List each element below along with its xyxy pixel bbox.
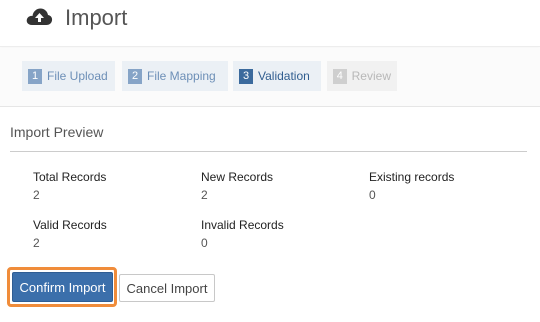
valid-records-value: 2 <box>33 236 40 250</box>
step-file-upload[interactable]: 1 File Upload <box>22 61 115 91</box>
step-file-mapping[interactable]: 2 File Mapping <box>122 61 228 91</box>
step-label: Review <box>351 69 391 83</box>
import-preview-title: Import Preview <box>10 124 104 140</box>
valid-records-label: Valid Records <box>33 218 107 232</box>
step-label: File Upload <box>47 69 108 83</box>
invalid-records-value: 0 <box>201 236 208 250</box>
step-number: 2 <box>128 68 142 84</box>
step-review: 4 Review <box>327 61 397 91</box>
existing-records-value: 0 <box>369 188 376 202</box>
step-number: 1 <box>28 68 42 84</box>
total-records-value: 2 <box>33 188 40 202</box>
valid-records: Valid Records 2 <box>33 218 107 250</box>
wizard-steps: 1 File Upload 2 File Mapping 3 Validatio… <box>0 48 540 107</box>
invalid-records: Invalid Records 0 <box>201 218 284 250</box>
step-number: 3 <box>239 68 253 84</box>
total-records-label: Total Records <box>33 170 107 184</box>
cancel-import-button[interactable]: Cancel Import <box>119 274 215 302</box>
page-title: Import <box>65 5 128 30</box>
invalid-records-label: Invalid Records <box>201 218 284 232</box>
divider <box>10 151 527 152</box>
existing-records: Existing records 0 <box>369 170 454 202</box>
step-label: File Mapping <box>147 69 216 83</box>
cloud-upload-icon <box>26 8 53 25</box>
new-records: New Records 2 <box>201 170 273 202</box>
new-records-label: New Records <box>201 170 274 184</box>
existing-records-label: Existing records <box>369 170 455 184</box>
step-label: Validation <box>258 69 310 83</box>
total-records: Total Records 2 <box>33 170 106 202</box>
confirm-import-button[interactable]: Confirm Import <box>12 272 113 302</box>
step-number: 4 <box>333 68 347 84</box>
new-records-value: 2 <box>201 188 208 202</box>
page-header: Import <box>0 0 540 47</box>
step-validation[interactable]: 3 Validation <box>233 61 321 91</box>
